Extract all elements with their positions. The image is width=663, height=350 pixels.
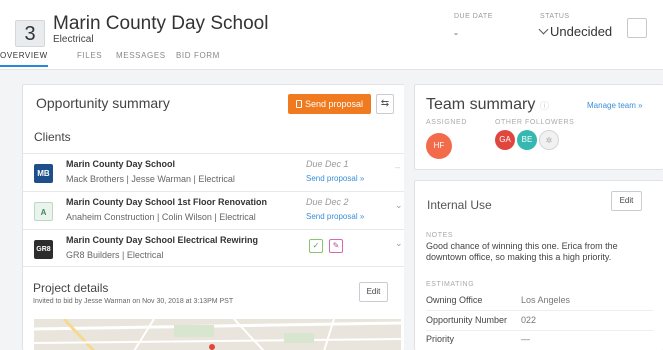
send-proposal-link[interactable]: Send proposal » bbox=[306, 174, 364, 183]
team-summary-title: Team summary ⓘ bbox=[426, 96, 549, 113]
edit-project-button[interactable]: Edit bbox=[359, 282, 388, 302]
client-project-name: Marin County Day School Electrical Rewir… bbox=[66, 235, 259, 245]
client-due-date: Due Dec 1 bbox=[306, 159, 349, 169]
team-summary-card: Team summary ⓘ Manage team » ASSIGNED OT… bbox=[414, 84, 663, 170]
send-proposal-link[interactable]: Send proposal » bbox=[306, 212, 364, 221]
status-dropdown[interactable]: Undecided bbox=[538, 24, 613, 39]
owning-office-value: Los Angeles bbox=[521, 295, 571, 305]
client-meta: Anaheim Construction | Colin Wilson | El… bbox=[66, 212, 256, 222]
anaheim-construction-logo: A bbox=[34, 202, 53, 221]
client-row[interactable]: A Marin County Day School 1st Floor Reno… bbox=[23, 191, 404, 229]
swap-button[interactable]: ⇆ bbox=[376, 94, 394, 114]
client-meta: Mack Brothers | Jesse Warman | Electrica… bbox=[66, 174, 235, 184]
due-date-label: DUE DATE bbox=[454, 13, 493, 20]
priority-label: Priority bbox=[426, 334, 455, 344]
project-header: 3 Marin County Day School Electrical DUE… bbox=[0, 0, 663, 70]
manage-team-link[interactable]: Manage team » bbox=[587, 101, 643, 110]
swap-icon: ⇆ bbox=[380, 98, 390, 109]
status-label: STATUS bbox=[540, 13, 570, 20]
project-number-badge: 3 bbox=[15, 20, 45, 47]
client-project-name: Marin County Day School 1st Floor Renova… bbox=[66, 197, 268, 207]
opportunity-summary-card: Opportunity summary Send proposal ⇆ Clie… bbox=[22, 84, 404, 350]
internal-use-card: Internal Use Edit NOTES Good chance of w… bbox=[414, 180, 663, 350]
status-checkbox[interactable] bbox=[627, 18, 647, 38]
avatar[interactable]: GA bbox=[495, 130, 515, 150]
edit-icon[interactable]: ✎ bbox=[329, 239, 343, 253]
gear-icon[interactable]: ✲ bbox=[539, 130, 559, 150]
chevron-down-icon bbox=[538, 24, 549, 35]
project-map[interactable] bbox=[34, 319, 401, 350]
chevron-down-icon[interactable]: ⌄ bbox=[395, 238, 403, 249]
client-due-date: Due Dec 2 bbox=[306, 197, 349, 207]
client-row[interactable]: GR8 Marin County Day School Electrical R… bbox=[23, 229, 404, 267]
opportunity-number-value: 022 bbox=[521, 315, 537, 325]
opportunity-number-label: Opportunity Number bbox=[426, 315, 508, 325]
other-followers-label: OTHER FOLLOWERS bbox=[495, 119, 575, 126]
internal-use-title: Internal Use bbox=[427, 198, 492, 212]
avatar[interactable]: HF bbox=[426, 133, 452, 159]
gr8-builders-logo: GR8 bbox=[34, 240, 53, 259]
divider bbox=[426, 330, 653, 331]
avatar[interactable]: BE bbox=[517, 130, 537, 150]
tab-messages[interactable]: MESSAGES bbox=[116, 51, 166, 60]
edit-internal-button[interactable]: Edit bbox=[611, 191, 642, 211]
document-icon bbox=[296, 100, 302, 108]
check-icon[interactable]: ✓ bbox=[309, 239, 323, 253]
project-details-subtitle: Invited to bid by Jesse Warman on Nov 30… bbox=[33, 298, 234, 305]
project-details-title: Project details bbox=[33, 281, 109, 295]
due-date-value: - bbox=[454, 26, 458, 40]
map-image bbox=[34, 319, 401, 350]
notes-text: Good chance of winning this one. Erica f… bbox=[426, 241, 618, 262]
tab-files[interactable]: FILES bbox=[77, 51, 102, 60]
mack-brothers-logo: MB bbox=[34, 164, 53, 183]
assigned-label: ASSIGNED bbox=[426, 119, 467, 126]
info-icon[interactable]: ⓘ bbox=[540, 101, 549, 111]
priority-value: — bbox=[521, 334, 530, 344]
client-project-name: Marin County Day School bbox=[66, 159, 176, 169]
client-meta: GR8 Builders | Electrical bbox=[66, 250, 164, 260]
estimating-label: ESTIMATING bbox=[426, 281, 475, 288]
owning-office-label: Owning Office bbox=[426, 295, 483, 305]
tab-bid-form[interactable]: BID FORM bbox=[176, 51, 220, 60]
chevron-down-icon[interactable]: ⌄ bbox=[395, 200, 403, 211]
send-proposal-button[interactable]: Send proposal bbox=[288, 94, 371, 114]
opportunity-summary-title: Opportunity summary bbox=[36, 95, 170, 111]
project-title: Marin County Day School bbox=[53, 13, 269, 34]
clients-heading: Clients bbox=[34, 130, 71, 144]
notes-label: NOTES bbox=[426, 232, 454, 239]
chevron-down-icon[interactable]: – bbox=[395, 162, 400, 172]
tab-overview[interactable]: OVERVIEW bbox=[0, 51, 48, 67]
project-trade: Electrical bbox=[53, 34, 94, 45]
divider bbox=[426, 310, 653, 311]
client-row[interactable]: MB Marin County Day School Mack Brothers… bbox=[23, 153, 404, 191]
status-value: Undecided bbox=[550, 24, 613, 39]
